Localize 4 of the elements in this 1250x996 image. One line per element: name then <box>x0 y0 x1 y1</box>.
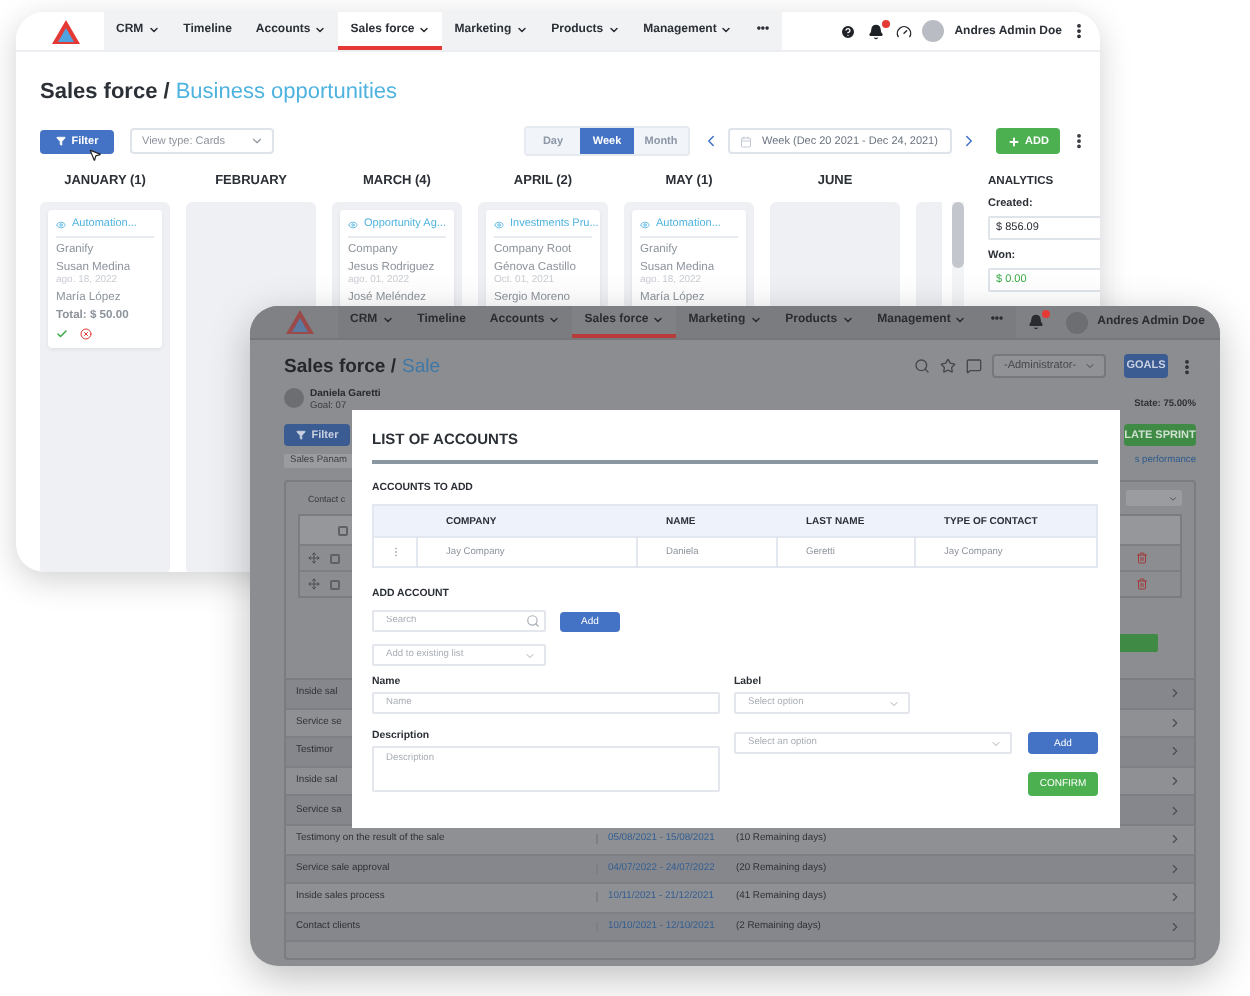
breadcrumb-section[interactable]: Sales force / <box>40 80 170 104</box>
breadcrumb-section[interactable]: Sales force / <box>284 355 396 377</box>
breadcrumb-page: Sale <box>401 355 440 377</box>
breadcrumb-page: Business opportunities <box>175 80 398 104</box>
